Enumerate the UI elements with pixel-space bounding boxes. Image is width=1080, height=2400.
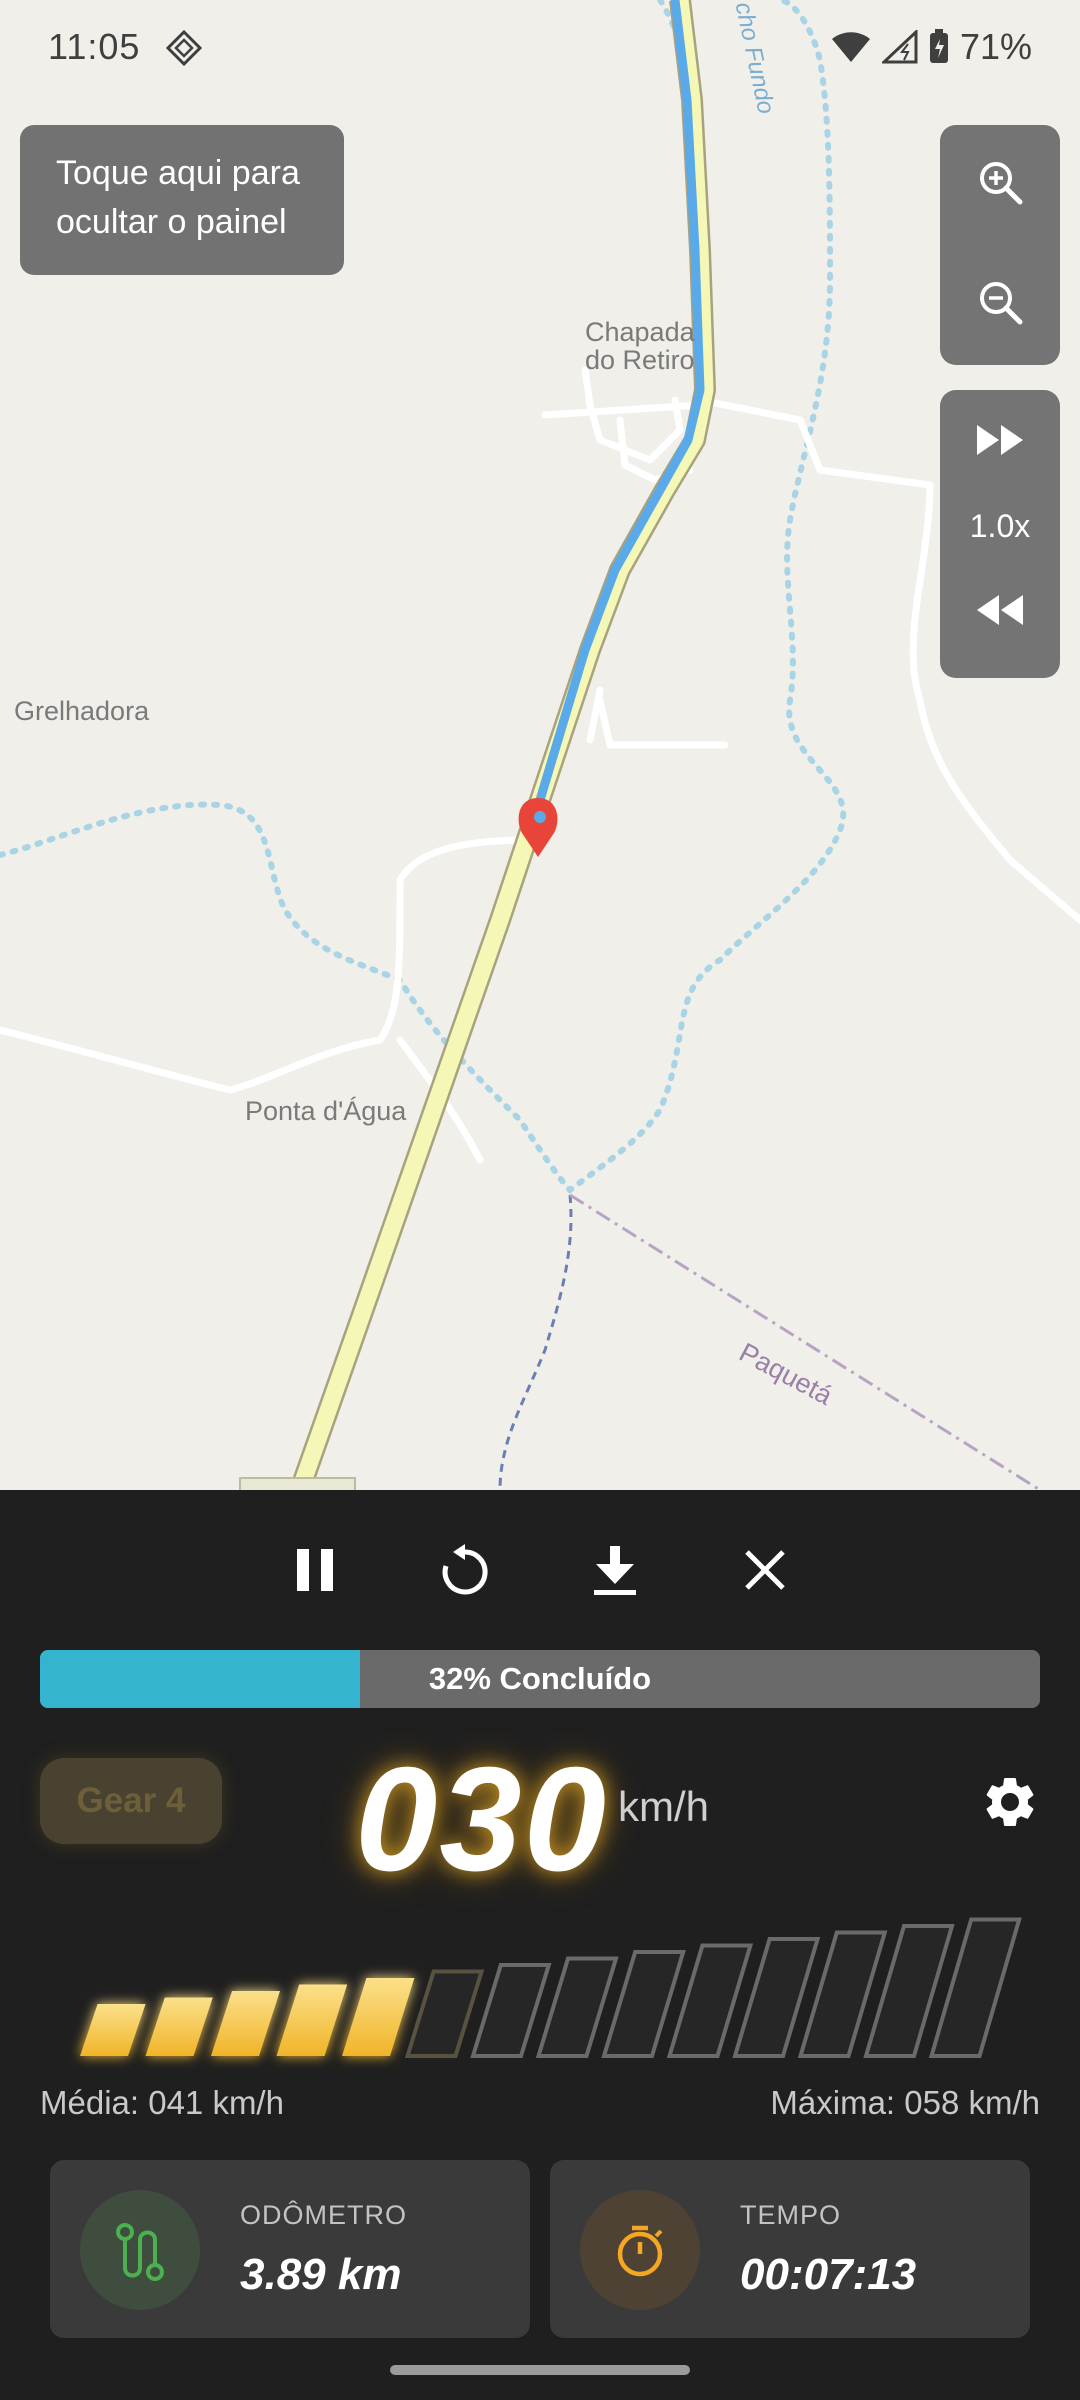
speed-level-bars [80, 1917, 1022, 2058]
speed-value: 030 [355, 1737, 608, 1902]
level-bar [535, 1956, 619, 2058]
time-icon-bg [580, 2190, 700, 2310]
level-bar [276, 1984, 348, 2056]
pause-icon [297, 1549, 333, 1591]
speed-unit: km/h [618, 1783, 710, 1830]
maximum-speed: Máxima: 058 km/h [770, 2084, 1040, 2121]
map-label-grelhadora: Grelhadora [14, 696, 150, 726]
level-bar [601, 1950, 686, 2058]
replay-icon [442, 1544, 488, 1595]
progress-bar: 32% Concluído [40, 1650, 1040, 1708]
odometer-value: 3.89 km [240, 2250, 402, 2299]
time-value: 00:07:13 [740, 2250, 917, 2299]
odometer-card: ODÔMETRO 3.89 km [50, 2160, 530, 2338]
level-bar [470, 1963, 552, 2058]
close-icon [745, 1550, 785, 1590]
status-bar: 11:05 71% [0, 0, 1080, 92]
progress-label: 32% Concluído [428, 1661, 652, 1696]
replay-button[interactable] [425, 1535, 505, 1605]
level-bar [211, 1991, 280, 2056]
gear-indicator: Gear 4 [40, 1758, 222, 1844]
zoom-in-icon [980, 162, 1023, 205]
screen: Chapada do Retiro Grelhadora Ponta d'Águ… [0, 0, 1080, 2400]
rewind-icon [977, 595, 1023, 625]
zoom-in-button[interactable] [940, 132, 1060, 232]
route-icon [116, 2223, 164, 2281]
pause-button[interactable] [275, 1535, 355, 1605]
level-bar [80, 2004, 146, 2056]
level-bar [404, 1969, 485, 2058]
settings-icon [986, 1777, 1034, 1826]
playback-speed-label: 1.0x [969, 508, 1031, 544]
notification-icon [166, 30, 202, 66]
level-bar [145, 1997, 213, 2056]
battery-icon [929, 29, 948, 63]
fast-forward-button[interactable] [940, 390, 1060, 490]
signal-icon [881, 30, 918, 64]
time-card: TEMPO 00:07:13 [550, 2160, 1030, 2338]
map-label-ponta: Ponta d'Água [245, 1096, 407, 1126]
odometer-icon-bg [80, 2190, 200, 2310]
status-time: 11:05 [48, 26, 141, 67]
time-label: TEMPO [740, 2200, 842, 2230]
rewind-button[interactable] [940, 560, 1060, 660]
zoom-out-icon [980, 282, 1023, 325]
zoom-out-button[interactable] [940, 252, 1060, 352]
download-button[interactable] [575, 1535, 655, 1605]
battery-percent: 71% [959, 26, 1032, 67]
close-button[interactable] [725, 1535, 805, 1605]
average-speed: Média: 041 km/h [40, 2084, 284, 2121]
stopwatch-icon [617, 2225, 663, 2277]
settings-button[interactable] [980, 1772, 1040, 1837]
level-bar [342, 1978, 415, 2056]
playback-speed-controls: 1.0x [940, 390, 1060, 678]
odometer-label: ODÔMETRO [240, 2200, 407, 2230]
download-icon [594, 1546, 636, 1595]
fast-forward-icon [977, 425, 1023, 455]
home-indicator[interactable] [390, 2365, 690, 2375]
map-label-chapada: Chapada do Retiro [585, 317, 695, 376]
wifi-icon [831, 32, 870, 62]
hide-panel-button[interactable]: Toque aqui para ocultar o painel [20, 125, 344, 275]
